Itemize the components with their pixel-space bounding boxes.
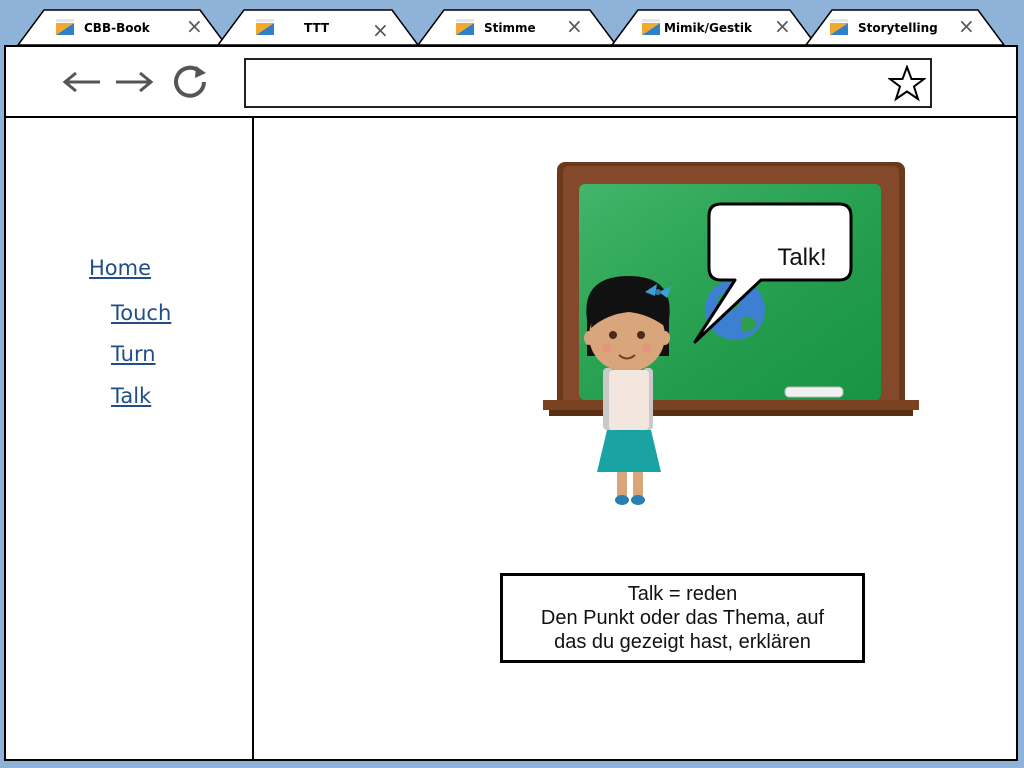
cbb-logo-icon — [456, 19, 474, 35]
tab-stimme[interactable]: Stimme × — [418, 8, 616, 46]
tab-cbb-book[interactable]: CBB-Book × — [18, 8, 226, 46]
speech-bubble-text: Talk! — [777, 244, 827, 271]
tab-title: Storytelling — [858, 21, 938, 35]
tab-title: Stimme — [484, 21, 536, 35]
bookmark-button[interactable] — [887, 64, 927, 103]
tab-title: CBB-Book — [84, 21, 150, 35]
reload-icon — [174, 65, 206, 98]
address-input[interactable] — [254, 68, 878, 100]
forward-button[interactable] — [112, 65, 156, 99]
close-icon[interactable]: × — [186, 16, 203, 36]
tab-strip: CBB-Book × TTT × Stimme × Mimik/Gestik ×… — [0, 0, 1024, 46]
browser-window: Home Touch Turn Talk Talk! Talk = reden … — [4, 45, 1018, 761]
sidebar-link-touch[interactable]: Touch — [111, 301, 171, 325]
caption-line: Den Punkt oder das Thema, auf — [540, 607, 825, 629]
close-icon[interactable]: × — [372, 20, 389, 40]
sidebar: Home Touch Turn Talk — [6, 118, 254, 759]
sidebar-link-talk[interactable]: Talk — [111, 384, 151, 408]
sidebar-link-turn[interactable]: Turn — [111, 342, 156, 366]
star-icon — [887, 64, 927, 102]
address-bar[interactable] — [244, 58, 932, 108]
definition-box: Talk = reden Den Punkt oder das Thema, a… — [500, 573, 865, 663]
sidebar-link-home[interactable]: Home — [89, 256, 151, 280]
tab-title: TTT — [304, 21, 330, 35]
close-icon[interactable]: × — [566, 16, 583, 36]
cbb-logo-icon — [830, 19, 848, 35]
close-icon[interactable]: × — [958, 16, 975, 36]
toolbar — [6, 47, 1016, 118]
reload-button[interactable] — [170, 65, 214, 99]
cbb-logo-icon — [56, 19, 74, 35]
caption-line: Talk = reden — [627, 583, 738, 605]
back-button[interactable] — [60, 65, 104, 99]
tab-ttt[interactable]: TTT × — [218, 8, 418, 46]
cbb-logo-icon — [642, 19, 660, 35]
tab-storytelling[interactable]: Storytelling × — [806, 8, 1004, 46]
close-icon[interactable]: × — [774, 16, 791, 36]
cbb-logo-icon — [256, 19, 274, 35]
back-arrow-icon — [62, 71, 100, 93]
main-content: Talk! Talk = reden Den Punkt oder das Th… — [254, 118, 1016, 759]
tab-mimik-gestik[interactable]: Mimik/Gestik × — [612, 8, 816, 46]
teacher-illustration — [543, 162, 919, 505]
caption-line: das du gezeigt hast, erklären — [554, 631, 811, 653]
forward-arrow-icon — [116, 71, 154, 93]
tab-title: Mimik/Gestik — [664, 21, 752, 35]
